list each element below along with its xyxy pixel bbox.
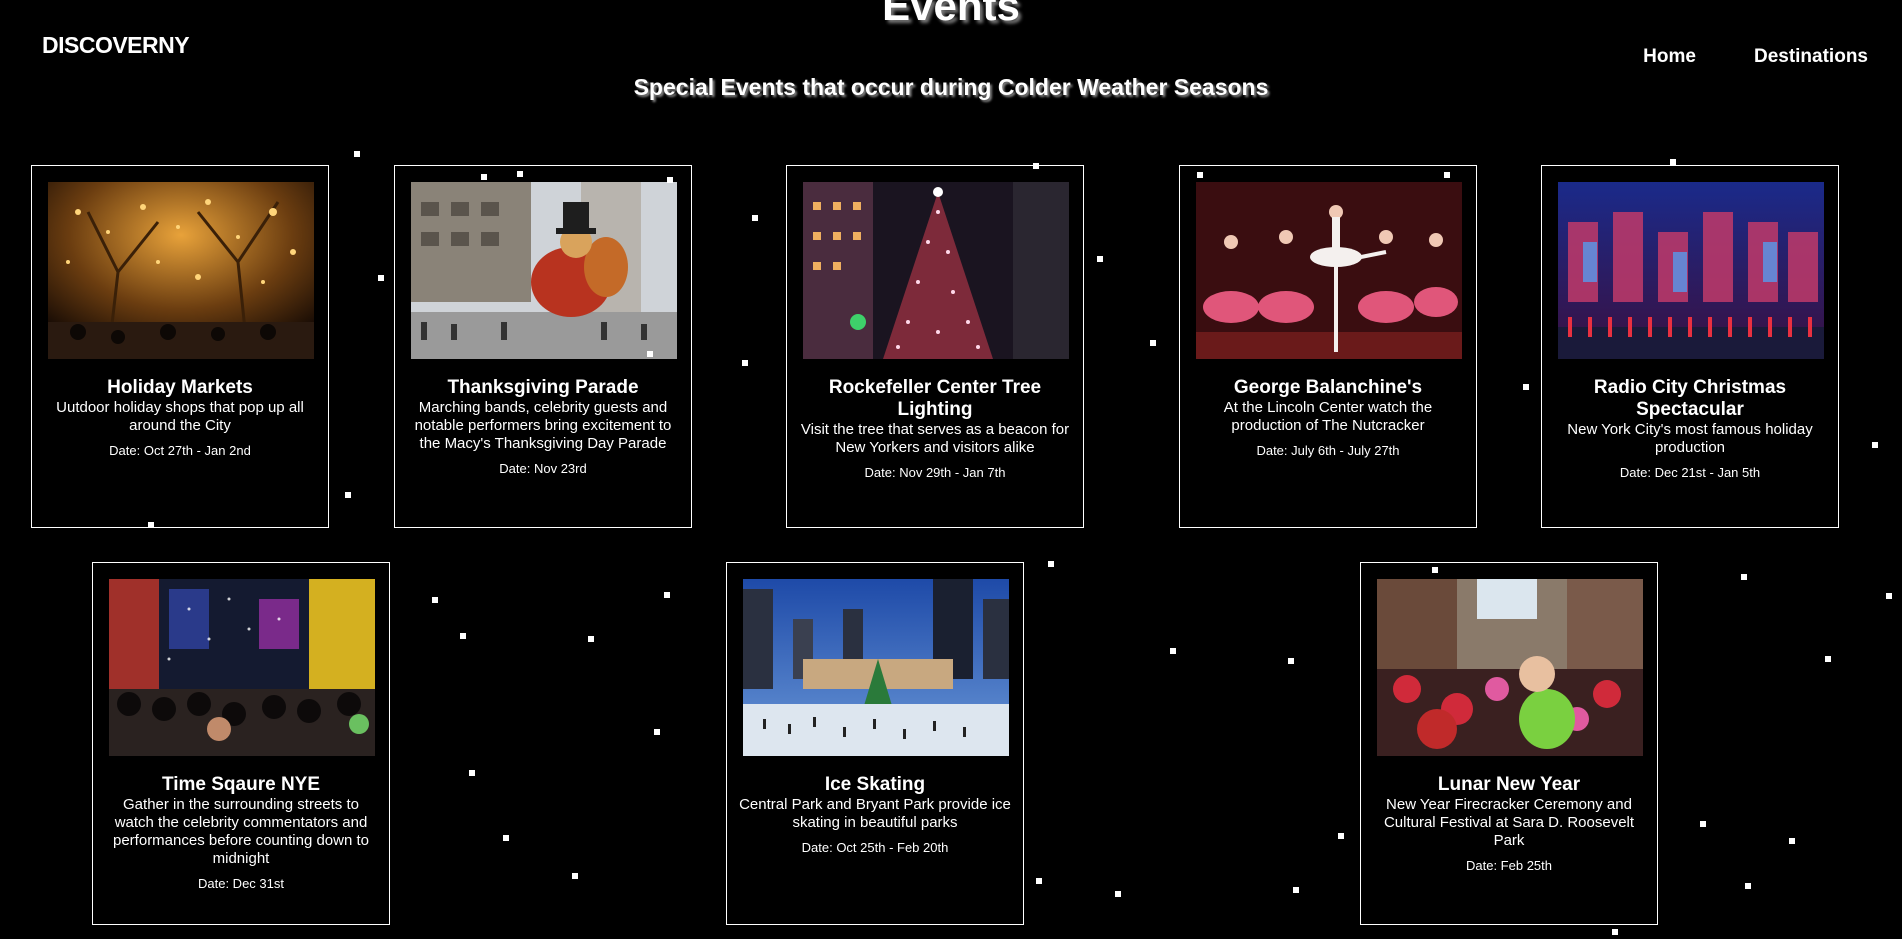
events-page: DISCOVERNY Home Destinations Events Spec…: [0, 0, 1902, 939]
event-description: New Year Firecracker Ceremony and Cultur…: [1383, 796, 1635, 849]
snowflake: [1872, 442, 1878, 448]
snowflake: [1745, 883, 1751, 889]
snowflake: [354, 151, 360, 157]
event-title: Rockefeller Center Tree Lighting: [828, 377, 1042, 420]
event-description: Marching bands, celebrity guests and not…: [414, 399, 672, 452]
radio-city-photo: [1558, 182, 1824, 359]
event-date: Date: Feb 25th: [1466, 858, 1552, 873]
snowflake: [752, 215, 758, 221]
card-body: Holiday Markets Uutdoor holiday shops th…: [44, 377, 316, 459]
snowflake: [654, 729, 660, 735]
event-date: Date: Nov 29th - Jan 7th: [864, 465, 1006, 480]
event-description: At the Lincoln Center watch the producti…: [1223, 399, 1433, 434]
site-logo[interactable]: DISCOVERNY: [42, 32, 190, 59]
snowflake: [1097, 256, 1103, 262]
event-date: Date: Oct 27th - Jan 2nd: [109, 443, 251, 458]
event-card-ice-skating[interactable]: Ice Skating Central Park and Bryant Park…: [726, 562, 1024, 925]
page-title: Events: [882, 0, 1020, 29]
event-card-thanksgiving-parade[interactable]: Thanksgiving Parade Marching bands, cele…: [394, 165, 692, 528]
event-title: Time Sqaure NYE: [161, 774, 321, 795]
main-nav: Home Destinations: [1643, 46, 1868, 68]
snowflake: [345, 492, 351, 498]
card-body: Rockefeller Center Tree Lighting Visit t…: [799, 377, 1071, 481]
snowflake: [1825, 656, 1831, 662]
event-title: Thanksgiving Parade: [447, 377, 639, 398]
event-card-lunar-new-year[interactable]: Lunar New Year New Year Firecracker Cere…: [1360, 562, 1658, 925]
event-description: Uutdoor holiday shops that pop up all ar…: [56, 399, 304, 434]
event-description: Visit the tree that serves as a beacon f…: [800, 421, 1070, 456]
card-body: Radio City Christmas Spectacular New Yor…: [1554, 377, 1826, 481]
event-title: Radio City Christmas Spectacular: [1593, 377, 1787, 420]
snowflake: [1150, 340, 1156, 346]
snowflake: [742, 360, 748, 366]
snowflake: [1612, 929, 1618, 935]
event-description: New York City's most famous holiday prod…: [1567, 421, 1813, 456]
card-body: Time Sqaure NYE Gather in the surroundin…: [105, 774, 377, 892]
card-body: George Balanchine's At the Lincoln Cente…: [1192, 377, 1464, 459]
snowflake: [1523, 384, 1529, 390]
event-title: Ice Skating: [824, 774, 926, 795]
card-body: Thanksgiving Parade Marching bands, cele…: [407, 377, 679, 477]
rockefeller-tree-photo: [803, 182, 1069, 359]
event-description: Central Park and Bryant Park provide ice…: [739, 796, 1011, 831]
card-body: Lunar New Year New Year Firecracker Cere…: [1373, 774, 1645, 874]
snowflake: [503, 835, 509, 841]
event-date: Date: Oct 25th - Feb 20th: [801, 840, 949, 855]
card-body: Ice Skating Central Park and Bryant Park…: [739, 774, 1011, 856]
snowflake: [378, 275, 384, 281]
event-card-holiday-markets[interactable]: Holiday Markets Uutdoor holiday shops th…: [31, 165, 329, 528]
page-subtitle: Special Events that occur during Colder …: [633, 74, 1269, 100]
snowflake: [1338, 833, 1344, 839]
event-title: George Balanchine's: [1233, 377, 1423, 398]
snowflake: [1048, 561, 1054, 567]
nutcracker-ballet-photo: [1196, 182, 1462, 359]
event-date: Date: Dec 21st - Jan 5th: [1619, 465, 1761, 480]
snowflake: [588, 636, 594, 642]
snowflake: [1789, 838, 1795, 844]
snowflake: [1741, 574, 1747, 580]
event-card-radio-city[interactable]: Radio City Christmas Spectacular New Yor…: [1541, 165, 1839, 528]
thanksgiving-parade-photo: [411, 182, 677, 359]
snowflake: [1886, 593, 1892, 599]
event-title: Lunar New Year: [1437, 774, 1581, 795]
times-square-photo: [109, 579, 375, 756]
snowflake: [1293, 887, 1299, 893]
lunar-new-year-photo: [1377, 579, 1643, 756]
holiday-markets-photo: [48, 182, 314, 359]
nav-home-link[interactable]: Home: [1643, 46, 1696, 68]
snowflake: [1036, 878, 1042, 884]
event-date: Date: Dec 31st: [198, 876, 284, 891]
event-date: Date: Nov 23rd: [499, 461, 587, 476]
event-card-times-square[interactable]: Time Sqaure NYE Gather in the surroundin…: [92, 562, 390, 925]
snowflake: [1115, 891, 1121, 897]
snowflake: [1288, 658, 1294, 664]
snowflake: [664, 592, 670, 598]
nav-destinations-link[interactable]: Destinations: [1754, 46, 1868, 68]
event-description: Gather in the surrounding streets to wat…: [113, 796, 369, 867]
snowflake: [1170, 648, 1176, 654]
snowflake: [572, 873, 578, 879]
snowflake: [1700, 821, 1706, 827]
snowflake: [460, 633, 466, 639]
snowflake: [469, 770, 475, 776]
snowflake: [432, 597, 438, 603]
ice-skating-photo: [743, 579, 1009, 756]
event-date: Date: July 6th - July 27th: [1256, 443, 1400, 458]
event-title: Holiday Markets: [107, 377, 253, 398]
event-card-nutcracker[interactable]: George Balanchine's At the Lincoln Cente…: [1179, 165, 1477, 528]
event-card-rockefeller-tree[interactable]: Rockefeller Center Tree Lighting Visit t…: [786, 165, 1084, 528]
